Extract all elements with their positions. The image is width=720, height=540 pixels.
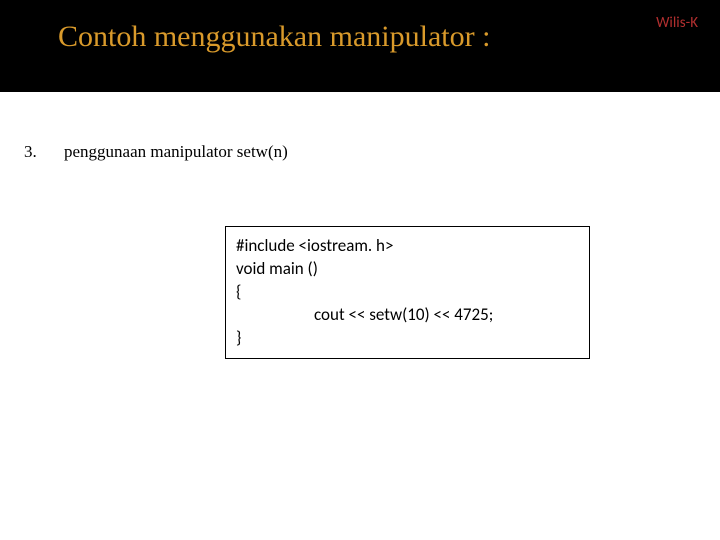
code-line: #include <iostream. h> bbox=[236, 235, 579, 258]
code-line: cout << setw(10) << 4725; bbox=[236, 304, 579, 327]
code-line: void main () bbox=[236, 258, 579, 281]
author-label: Wilis-K bbox=[656, 14, 698, 32]
slide-title: Contoh menggunakan manipulator : bbox=[58, 20, 720, 54]
code-line: } bbox=[236, 327, 579, 350]
header-band: Contoh menggunakan manipulator : Wilis-K bbox=[0, 0, 720, 92]
content-area: 3. penggunaan manipulator setw(n) #inclu… bbox=[0, 92, 720, 359]
item-number: 3. bbox=[0, 142, 64, 162]
list-item: 3. penggunaan manipulator setw(n) bbox=[0, 142, 720, 162]
code-line: { bbox=[236, 281, 579, 304]
item-text: penggunaan manipulator setw(n) bbox=[64, 142, 288, 162]
code-box: #include <iostream. h> void main () { co… bbox=[225, 226, 590, 359]
